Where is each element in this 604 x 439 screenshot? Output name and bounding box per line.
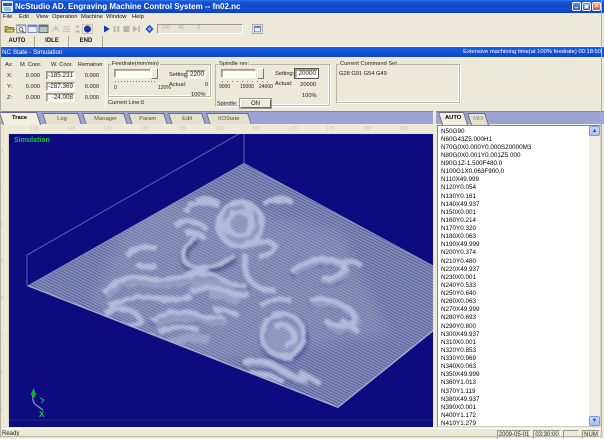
svg-text:X: X [39,410,45,419]
